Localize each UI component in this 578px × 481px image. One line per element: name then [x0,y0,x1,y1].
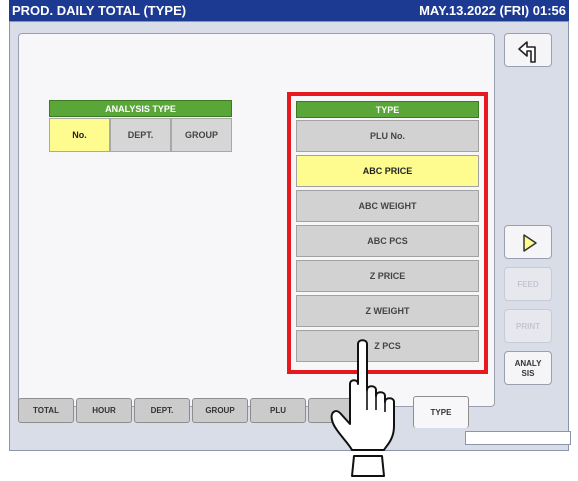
type-z-price-button[interactable]: Z PRICE [296,260,479,292]
type-plu-no-button[interactable]: PLU No. [296,120,479,152]
type-abc-weight-button[interactable]: ABC WEIGHT [296,190,479,222]
analysis-label-line2: SIS [521,369,535,378]
play-right-icon [523,234,537,252]
type-heading: TYPE [296,101,479,118]
next-button[interactable] [504,225,552,259]
analysis-label-line1: ANALY [514,359,542,368]
main-screen: ANALYSIS TYPE No. DEPT. GROUP TYPE PLU N… [9,21,571,451]
return-arrow-icon [518,41,536,63]
tab-hour[interactable]: HOUR [76,398,132,423]
analysis-group-button[interactable]: GROUP [171,118,232,152]
tab-group[interactable]: GROUP [192,398,248,423]
tab-dept[interactable]: DEPT. [134,398,190,423]
page-title: PROD. DAILY TOTAL (TYPE) [12,3,187,18]
analysis-type-group: ANALYSIS TYPE No. DEPT. GROUP [49,100,232,152]
title-bar: PROD. DAILY TOTAL (TYPE) MAY.13.2022 (FR… [9,0,569,21]
content-panel: ANALYSIS TYPE No. DEPT. GROUP TYPE PLU N… [18,33,495,407]
analysis-button[interactable]: ANALY SIS [504,351,552,385]
feed-label: FEED [517,280,539,289]
type-z-weight-button[interactable]: Z WEIGHT [296,295,479,327]
analysis-type-heading: ANALYSIS TYPE [49,100,232,117]
print-button[interactable]: PRINT [504,309,552,343]
back-button[interactable] [504,33,552,67]
type-selection-highlight: TYPE PLU No. ABC PRICE ABC WEIGHT ABC PC… [287,92,488,374]
type-abc-price-button[interactable]: ABC PRICE [296,155,479,187]
tab-type[interactable]: TYPE [413,396,469,428]
pointing-hand-icon [330,339,395,477]
analysis-dept-button[interactable]: DEPT. [110,118,171,152]
print-label: PRINT [516,322,540,331]
status-field [465,431,571,445]
side-button-column: FEED PRINT ANALY SIS [501,33,563,443]
tab-plu[interactable]: PLU [250,398,306,423]
datetime-display: MAY.13.2022 (FRI) 01:56 [419,3,566,18]
feed-button[interactable]: FEED [504,267,552,301]
bottom-tab-bar: TOTAL HOUR DEPT. GROUP PLU TYPE [18,396,495,428]
analysis-no-button[interactable]: No. [49,118,110,152]
type-abc-pcs-button[interactable]: ABC PCS [296,225,479,257]
tab-total[interactable]: TOTAL [18,398,74,423]
